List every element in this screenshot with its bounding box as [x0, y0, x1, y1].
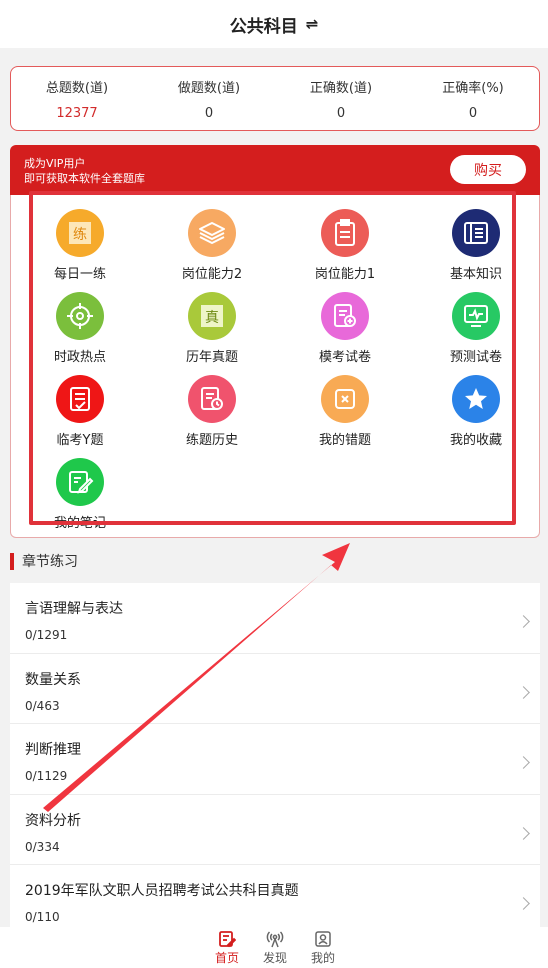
svg-text:练: 练	[73, 227, 87, 243]
star-icon	[452, 375, 500, 423]
stat-done: 做题数(道) 0	[143, 67, 275, 130]
section-title: 章节练习	[22, 554, 78, 570]
history-icon	[188, 375, 236, 423]
grid-label: 预测试卷	[449, 350, 502, 365]
grid-label: 我的笔记	[53, 516, 106, 531]
svg-text:真: 真	[205, 310, 219, 326]
chapter-list: 言语理解与表达 0/1291 数量关系 0/463 判断推理 0/1129 资料…	[10, 583, 540, 936]
daily-practice-icon: 练	[56, 209, 104, 257]
vip-line-1: 成为VIP用户	[24, 157, 86, 170]
chapter-count: 0/1291	[25, 628, 68, 642]
section-accent-bar	[10, 552, 14, 570]
grid-label: 岗位能力1	[314, 267, 376, 282]
stat-value: 0	[468, 105, 478, 121]
tab-label: 首页	[214, 951, 239, 965]
buy-button[interactable]: 购买	[450, 155, 526, 184]
monitor-icon	[452, 292, 500, 340]
broadcast-icon	[266, 931, 284, 948]
grid-item-position-2[interactable]: 岗位能力2	[167, 209, 257, 282]
tab-discover[interactable]: 发现	[255, 930, 295, 966]
chapter-name: 判断推理	[25, 742, 81, 759]
profile-icon	[315, 931, 331, 947]
vip-line-2: 即可获取本软件全套题库	[24, 172, 145, 185]
chapter-row[interactable]: 判断推理 0/1129	[10, 724, 540, 795]
grid-item-mock-exam[interactable]: 模考试卷	[300, 292, 390, 365]
header: 公共科目 ⇌	[0, 0, 548, 48]
past-exam-icon: 真	[188, 292, 236, 340]
stat-value: 12377	[56, 105, 98, 121]
chevron-right-icon	[517, 756, 530, 770]
layers-icon	[188, 209, 236, 257]
chapter-count: 0/1129	[25, 769, 68, 784]
chapter-row[interactable]: 资料分析 0/334	[10, 795, 540, 866]
chapter-count: 0/463	[25, 698, 60, 713]
stat-total: 总题数(道) 12377	[11, 67, 143, 130]
mock-exam-icon	[321, 292, 369, 340]
tab-profile[interactable]: 我的	[303, 930, 343, 966]
grid-label: 临考Y题	[56, 433, 104, 448]
feature-grid: 练 每日一练 岗位能力2 岗位能力1 基本知识 时政热点 真 历年真题 模考试卷…	[10, 195, 540, 538]
grid-item-pre-exam[interactable]: 临考Y题	[35, 375, 125, 448]
tab-home[interactable]: 首页	[207, 930, 247, 966]
chevron-right-icon	[517, 826, 530, 840]
stat-label: 正确率(%)	[442, 80, 504, 96]
checklist-icon	[56, 375, 104, 423]
grid-label: 我的收藏	[449, 433, 502, 448]
stat-value: 0	[204, 105, 214, 121]
page-title: 公共科目	[229, 16, 298, 37]
grid-item-wrong-questions[interactable]: 我的错题	[300, 375, 390, 448]
grid-label: 历年真题	[185, 350, 238, 365]
notes-icon	[56, 458, 104, 506]
chapter-name: 数量关系	[25, 671, 81, 688]
chevron-right-icon	[517, 615, 530, 628]
grid-item-practice-history[interactable]: 练题历史	[167, 375, 257, 448]
chapter-name: 2019年军队文职人员招聘考试公共科目真题	[25, 883, 299, 900]
clipboard-icon	[321, 209, 369, 257]
chapter-name: 资料分析	[25, 812, 81, 829]
target-icon	[56, 292, 104, 340]
chapter-row[interactable]: 言语理解与表达 0/1291	[10, 583, 540, 654]
chapter-name: 言语理解与表达	[25, 601, 123, 617]
stat-correct: 正确数(道) 0	[275, 67, 407, 130]
stat-label: 做题数(道)	[177, 80, 241, 96]
chapter-row[interactable]: 数量关系 0/463	[10, 654, 540, 725]
tab-label: 发现	[262, 951, 287, 965]
grid-label: 基本知识	[449, 267, 502, 282]
grid-item-favorites[interactable]: 我的收藏	[431, 375, 521, 448]
grid-item-position-1[interactable]: 岗位能力1	[300, 209, 390, 282]
vip-banner: 成为VIP用户 即可获取本软件全套题库 购买	[10, 145, 540, 197]
grid-item-current-affairs[interactable]: 时政热点	[35, 292, 125, 365]
swap-icon[interactable]: ⇌	[306, 15, 319, 33]
book-icon	[452, 209, 500, 257]
home-icon	[219, 931, 236, 948]
grid-label: 我的错题	[318, 433, 371, 448]
chapter-row[interactable]: 2019年军队文职人员招聘考试公共科目真题 0/110	[10, 865, 540, 936]
grid-label: 模考试卷	[318, 350, 371, 365]
bottom-tab-bar: 首页 发现 我的	[0, 927, 548, 968]
chevron-right-icon	[517, 897, 530, 911]
chapter-count: 0/110	[25, 910, 60, 925]
stats-card: 总题数(道) 12377 做题数(道) 0 正确数(道) 0 正确率(%) 0	[10, 66, 540, 131]
grid-label: 每日一练	[53, 267, 106, 282]
vip-text: 成为VIP用户 即可获取本软件全套题库	[24, 156, 145, 186]
grid-label: 时政热点	[53, 350, 106, 365]
grid-label: 练题历史	[185, 433, 238, 448]
stat-accuracy: 正确率(%) 0	[407, 67, 539, 130]
grid-item-daily-practice[interactable]: 练 每日一练	[35, 209, 125, 282]
chevron-right-icon	[517, 685, 530, 699]
grid-item-past-exams[interactable]: 真 历年真题	[167, 292, 257, 365]
wrong-questions-icon	[321, 375, 369, 423]
grid-label: 岗位能力2	[181, 267, 243, 282]
stat-label: 总题数(道)	[45, 80, 109, 96]
grid-item-notes[interactable]: 我的笔记	[35, 458, 125, 531]
tab-label: 我的	[310, 951, 335, 965]
grid-item-basic-knowledge[interactable]: 基本知识	[431, 209, 521, 282]
chapter-count: 0/334	[25, 839, 60, 854]
stat-value: 0	[336, 105, 346, 121]
stat-label: 正确数(道)	[309, 80, 373, 96]
grid-item-forecast-exam[interactable]: 预测试卷	[431, 292, 521, 365]
section-header: 章节练习	[10, 551, 78, 571]
